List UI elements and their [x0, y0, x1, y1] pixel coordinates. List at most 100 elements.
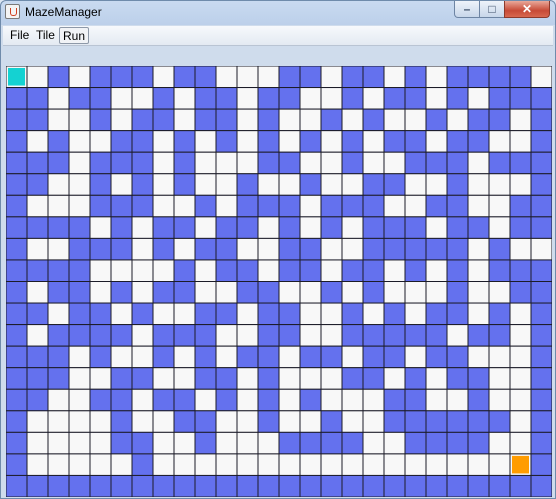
maze-cell-path[interactable] [152, 259, 175, 282]
maze-cell-path[interactable] [467, 345, 490, 369]
maze-cell-wall[interactable] [404, 474, 427, 497]
maze-cell-wall[interactable] [215, 87, 238, 110]
maze-cell-wall[interactable] [110, 216, 133, 239]
maze-cell-path[interactable] [467, 259, 490, 282]
maze-cell-path[interactable] [194, 453, 217, 476]
maze-cell-path[interactable] [341, 216, 364, 239]
maze-cell-path[interactable] [299, 216, 322, 239]
maze-cell-path[interactable] [257, 453, 280, 476]
maze-cell-path[interactable] [152, 302, 175, 326]
maze-cell-wall[interactable] [509, 281, 532, 304]
maze-cell-wall[interactable] [215, 216, 238, 239]
maze-cell-wall[interactable] [383, 173, 406, 196]
maze-cell-wall[interactable] [257, 367, 280, 390]
maze-cell-path[interactable] [299, 324, 322, 347]
maze-cell-path[interactable] [320, 367, 343, 390]
maze-cell-path[interactable] [320, 324, 343, 347]
maze-cell-path[interactable] [425, 173, 448, 196]
maze-cell-path[interactable] [299, 367, 322, 390]
maze-cell-wall[interactable] [194, 324, 217, 347]
maze-cell-path[interactable] [173, 431, 196, 455]
maze-cell-wall[interactable] [173, 216, 196, 239]
maze-cell-path[interactable] [257, 237, 280, 261]
maze-cell-wall[interactable] [68, 302, 91, 326]
maze-cell-path[interactable] [68, 194, 91, 218]
maze-cell-path[interactable] [194, 216, 217, 239]
maze-cell-path[interactable] [362, 151, 385, 175]
maze-cell-wall[interactable] [467, 216, 490, 239]
maze-cell-wall[interactable] [6, 388, 28, 412]
maze-cell-path[interactable] [47, 237, 70, 261]
maze-cell-path[interactable] [488, 173, 511, 196]
maze-cell-wall[interactable] [89, 474, 112, 497]
maze-cell-wall[interactable] [236, 173, 259, 196]
maze-cell-path[interactable] [173, 87, 196, 110]
maze-cell-wall[interactable] [320, 410, 343, 433]
maze-cell-path[interactable] [173, 302, 196, 326]
minimize-button[interactable]: – [454, 1, 480, 18]
maze-cell-wall[interactable] [446, 281, 469, 304]
maze-cell-wall[interactable] [6, 281, 28, 304]
maze-cell-path[interactable] [467, 281, 490, 304]
maze-cell-wall[interactable] [257, 474, 280, 497]
maze-cell-wall[interactable] [257, 108, 280, 132]
maze-cell-wall[interactable] [110, 474, 133, 497]
maze-cell-wall[interactable] [89, 108, 112, 132]
maze-cell-path[interactable] [362, 453, 385, 476]
maze-cell-wall[interactable] [530, 410, 552, 433]
maze-cell-wall[interactable] [236, 474, 259, 497]
maze-cell-wall[interactable] [89, 324, 112, 347]
maze-cell-path[interactable] [68, 367, 91, 390]
maze-cell-wall[interactable] [6, 324, 28, 347]
maze-cell-wall[interactable] [6, 259, 28, 282]
maze-cell-path[interactable] [299, 108, 322, 132]
maze-cell-wall[interactable] [446, 237, 469, 261]
maze-cell-wall[interactable] [488, 474, 511, 497]
maze-cell-wall[interactable] [278, 431, 301, 455]
maze-cell-wall[interactable] [446, 259, 469, 282]
maze-cell-path[interactable] [26, 431, 49, 455]
maze-cell-wall[interactable] [425, 474, 448, 497]
maze-cell-wall[interactable] [89, 194, 112, 218]
maze-cell-wall[interactable] [6, 108, 28, 132]
maze-cell-path[interactable] [404, 194, 427, 218]
maze-cell-wall[interactable] [404, 431, 427, 455]
maze-cell-wall[interactable] [530, 453, 552, 476]
maze-cell-path[interactable] [488, 345, 511, 369]
maze-cell-wall[interactable] [362, 66, 385, 89]
maze-cell-path[interactable] [236, 237, 259, 261]
maze-cell-path[interactable] [509, 431, 532, 455]
maze-cell-wall[interactable] [488, 108, 511, 132]
maze-cell-path[interactable] [488, 431, 511, 455]
maze-cell-path[interactable] [383, 431, 406, 455]
maze-cell-wall[interactable] [488, 324, 511, 347]
maze-cell-path[interactable] [194, 173, 217, 196]
maze-cell-wall[interactable] [236, 216, 259, 239]
maze-cell-wall[interactable] [467, 367, 490, 390]
maze-cell-wall[interactable] [362, 281, 385, 304]
maze-cell-wall[interactable] [257, 302, 280, 326]
maze-cell-wall[interactable] [404, 237, 427, 261]
maze-cell-wall[interactable] [299, 259, 322, 282]
maze-cell-path[interactable] [383, 151, 406, 175]
maze-cell-wall[interactable] [215, 367, 238, 390]
maze-cell-wall[interactable] [215, 474, 238, 497]
maze-cell-path[interactable] [509, 324, 532, 347]
maze-cell-path[interactable] [320, 453, 343, 476]
maze-cell-path[interactable] [362, 302, 385, 326]
maze-cell-path[interactable] [68, 410, 91, 433]
maze-cell-wall[interactable] [68, 216, 91, 239]
maze-cell-wall[interactable] [488, 410, 511, 433]
maze-cell-wall[interactable] [6, 453, 28, 476]
maze-cell-path[interactable] [509, 302, 532, 326]
maze-cell-wall[interactable] [6, 87, 28, 110]
maze-cell-wall[interactable] [173, 151, 196, 175]
maze-cell-wall[interactable] [320, 194, 343, 218]
maze-cell-wall[interactable] [194, 431, 217, 455]
maze-cell-path[interactable] [425, 453, 448, 476]
maze-cell-path[interactable] [152, 173, 175, 196]
maze-cell-wall[interactable] [362, 367, 385, 390]
maze-cell-wall[interactable] [362, 259, 385, 282]
maze-cell-wall[interactable] [278, 66, 301, 89]
maze-cell-path[interactable] [467, 302, 490, 326]
